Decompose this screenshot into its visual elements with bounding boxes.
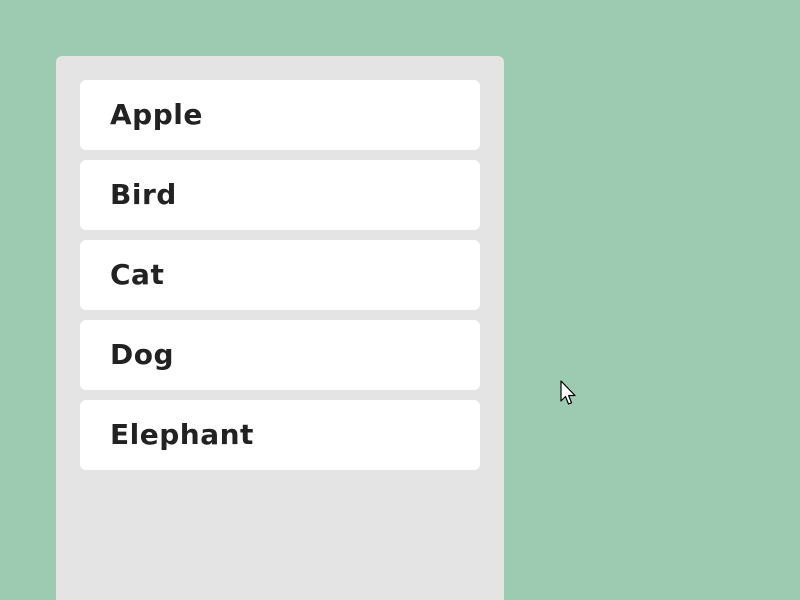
list-item-label: Apple — [110, 98, 203, 131]
mouse-pointer-icon — [560, 380, 576, 405]
list-item-cat[interactable]: Cat — [80, 240, 480, 310]
list-item-dog[interactable]: Dog — [80, 320, 480, 390]
list-item-bird[interactable]: Bird — [80, 160, 480, 230]
list-item-label: Dog — [110, 338, 175, 371]
list-item-elephant[interactable]: Elephant — [80, 400, 480, 470]
list-item-apple[interactable]: Apple — [80, 80, 480, 150]
list-panel: Apple Bird Cat Dog Elephant — [56, 56, 504, 600]
list-item-label: Cat — [110, 258, 165, 291]
list-item-label: Bird — [110, 178, 177, 211]
item-list: Apple Bird Cat Dog Elephant — [80, 80, 480, 480]
list-item-label: Elephant — [110, 418, 254, 451]
